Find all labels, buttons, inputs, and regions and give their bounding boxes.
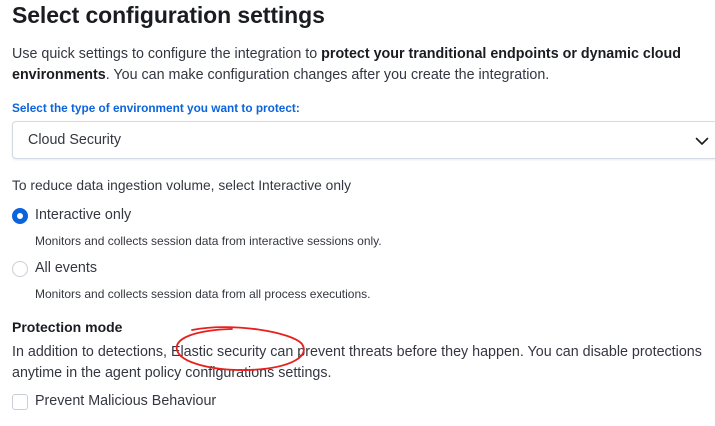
radio-interactive-only-description: Monitors and collects session data from … [35,234,382,248]
radio-interactive-only[interactable]: Interactive only [12,207,212,230]
intro-text: Use quick settings to configure the inte… [12,44,715,86]
configuration-settings-panel: Select configuration settings Use quick … [12,0,715,426]
protection-mode-description: In addition to detections, Elastic secur… [12,344,702,381]
prevent-malicious-behaviour-checkbox[interactable] [12,394,28,410]
protection-mode-title: Protection mode [12,319,123,335]
prevent-malicious-behaviour-label: Prevent Malicious Behaviour [35,393,217,409]
page-title: Select configuration settings [12,2,325,28]
intro-text-after: . You can make configuration changes aft… [105,67,550,83]
chevron-down-icon [695,137,709,145]
radio-button-checked[interactable] [12,208,28,224]
ingestion-volume-hint: To reduce data ingestion volume, select … [12,178,351,193]
environment-type-select[interactable]: Cloud Security [12,121,715,159]
radio-all-events-label: All events [35,260,97,276]
environment-type-label: Select the type of environment you want … [12,101,300,115]
intro-text-before: Use quick settings to configure the inte… [12,46,322,62]
radio-all-events[interactable]: All events [12,260,212,283]
radio-button-unchecked[interactable] [12,261,28,277]
environment-type-selected-value: Cloud Security [28,132,121,148]
radio-interactive-only-label: Interactive only [35,207,132,223]
prevent-malicious-behaviour-option[interactable]: Prevent Malicious Behaviour [12,393,252,413]
radio-all-events-description: Monitors and collects session data from … [35,287,371,301]
